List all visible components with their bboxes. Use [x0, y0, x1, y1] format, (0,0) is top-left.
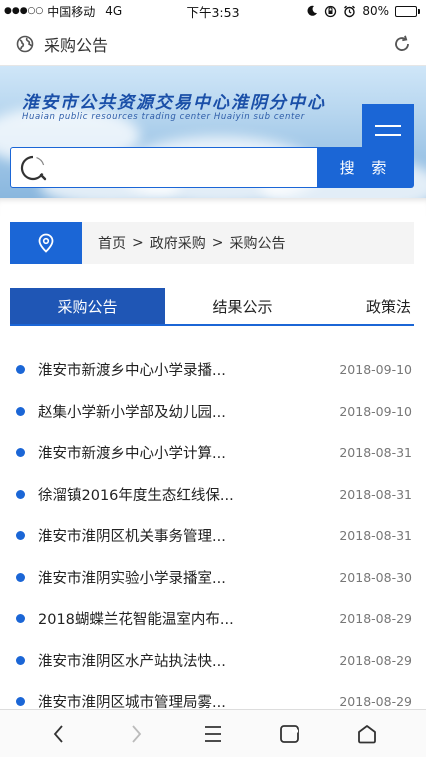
item-date: 2018-08-29	[339, 694, 412, 710]
bullet-dot	[16, 365, 25, 375]
item-date: 2018-08-29	[339, 652, 412, 668]
search-box[interactable]	[10, 147, 318, 188]
breadcrumb-government-procurement[interactable]: 政府采购	[150, 233, 206, 253]
status-left: ●●●○○ 中国移动 4G	[4, 3, 122, 20]
item-title: 淮安市新渡乡中心小学计算...	[38, 446, 226, 463]
item-date: 2018-08-31	[339, 528, 412, 544]
page-title: 采购公告	[44, 35, 109, 55]
item-date: 2018-09-10	[339, 403, 412, 419]
item-title: 淮安市淮阴实验小学录播室...	[38, 570, 226, 587]
list-item[interactable]: 淮安市新渡乡中心小学计算... 2018-08-31	[0, 432, 426, 474]
alarm-icon	[344, 5, 356, 17]
banner-shadow	[0, 198, 426, 216]
signal-strength: ●●●○○	[4, 6, 44, 16]
carrier-name: 中国移动	[47, 4, 96, 19]
moon-icon	[307, 5, 318, 16]
breadcrumb-separator: >	[211, 235, 224, 251]
location-pin-icon	[38, 233, 54, 253]
item-title: 徐溜镇2016年度生态红线保...	[38, 487, 234, 504]
item-title: 淮安市淮阴区机关事务管理...	[38, 529, 226, 546]
bullet-dot	[16, 697, 25, 707]
list-item[interactable]: 淮安市淮阴实验小学录播室... 2018-08-30	[0, 557, 426, 599]
chevron-right-icon	[132, 724, 141, 743]
rotation-lock-icon	[325, 5, 337, 17]
location-icon-box	[10, 222, 82, 264]
item-title: 淮安市淮阴区水产站执法快...	[38, 653, 226, 670]
menu-icon	[204, 725, 221, 742]
bullet-dot	[16, 572, 25, 582]
home-button[interactable]	[347, 714, 387, 754]
back-button[interactable]	[39, 714, 79, 754]
tab-result-publicity[interactable]: 结果公示	[165, 288, 320, 324]
search-button[interactable]: 搜 索	[318, 147, 414, 188]
breadcrumb-current: 采购公告	[229, 236, 286, 252]
breadcrumb-separator: >	[132, 235, 144, 251]
list-item[interactable]: 赵集小学新小学部及幼儿园... 2018-09-10	[0, 391, 426, 433]
tab-procurement-notice[interactable]: 采购公告	[10, 288, 165, 324]
item-date: 2018-08-31	[339, 445, 412, 461]
hamburger-line	[375, 133, 401, 136]
browser-toolbar	[0, 709, 426, 757]
header-banner: 淮安市公共资源交易中心淮阴分中心 Huaian public resources…	[0, 66, 426, 198]
tabs-icon	[280, 724, 300, 743]
refresh-icon[interactable]	[392, 34, 412, 54]
breadcrumb-home[interactable]: 首页	[98, 233, 126, 253]
bullet-dot	[16, 448, 25, 458]
status-right: 80%	[306, 4, 420, 18]
list-item[interactable]: 淮安市新渡乡中心小学录播... 2018-09-10	[0, 349, 426, 391]
battery-percent: 80%	[362, 4, 389, 18]
tabs-button[interactable]	[270, 714, 310, 754]
item-date: 2018-08-30	[339, 569, 412, 585]
bullet-dot	[16, 614, 25, 624]
search-icon	[20, 155, 47, 180]
search-input[interactable]	[55, 148, 317, 187]
item-date: 2018-08-29	[339, 611, 412, 627]
bullet-dot	[16, 406, 25, 416]
list-item[interactable]: 淮安市淮阴区水产站执法快... 2018-08-29	[0, 640, 426, 682]
notice-list: 淮安市新渡乡中心小学录播... 2018-09-10 赵集小学新小学部及幼儿园.…	[0, 349, 426, 723]
item-date: 2018-08-31	[339, 486, 412, 502]
item-title: 赵集小学新小学部及幼儿园...	[38, 404, 226, 421]
banner-subtitle: Huaian public resources trading center H…	[22, 112, 305, 122]
globe-icon[interactable]	[16, 35, 34, 53]
menu-lines-button[interactable]	[193, 714, 233, 754]
search-bar: 搜 索	[10, 147, 414, 188]
item-title: 2018蝴蝶兰花智能温室内布...	[38, 612, 234, 629]
list-item[interactable]: 2018蝴蝶兰花智能温室内布... 2018-08-29	[0, 598, 426, 640]
hamburger-line	[375, 124, 401, 127]
tab-bar: 采购公告 结果公示 政策法	[10, 288, 414, 326]
bullet-dot	[16, 531, 25, 541]
item-date: 2018-09-10	[339, 362, 412, 378]
tab-policy[interactable]: 政策法	[320, 288, 414, 324]
bullet-dot	[16, 655, 25, 665]
network-type: 4G	[105, 4, 123, 18]
banner-title: 淮安市公共资源交易中心淮阴分中心	[22, 93, 326, 113]
list-item[interactable]: 淮安市淮阴区机关事务管理... 2018-08-31	[0, 515, 426, 557]
breadcrumb: 首页 > 政府采购 > 采购公告	[10, 222, 414, 264]
bullet-dot	[16, 489, 25, 499]
item-title: 淮安市新渡乡中心小学录播...	[38, 363, 226, 380]
status-bar: ●●●○○ 中国移动 4G 下午3:53 80%	[0, 0, 426, 22]
forward-button[interactable]	[116, 714, 156, 754]
home-icon	[358, 724, 377, 743]
list-item[interactable]: 徐溜镇2016年度生态红线保... 2018-08-31	[0, 474, 426, 516]
chevron-left-icon	[53, 724, 63, 743]
battery-icon	[395, 5, 420, 17]
nav-bar: 采购公告	[0, 22, 426, 66]
